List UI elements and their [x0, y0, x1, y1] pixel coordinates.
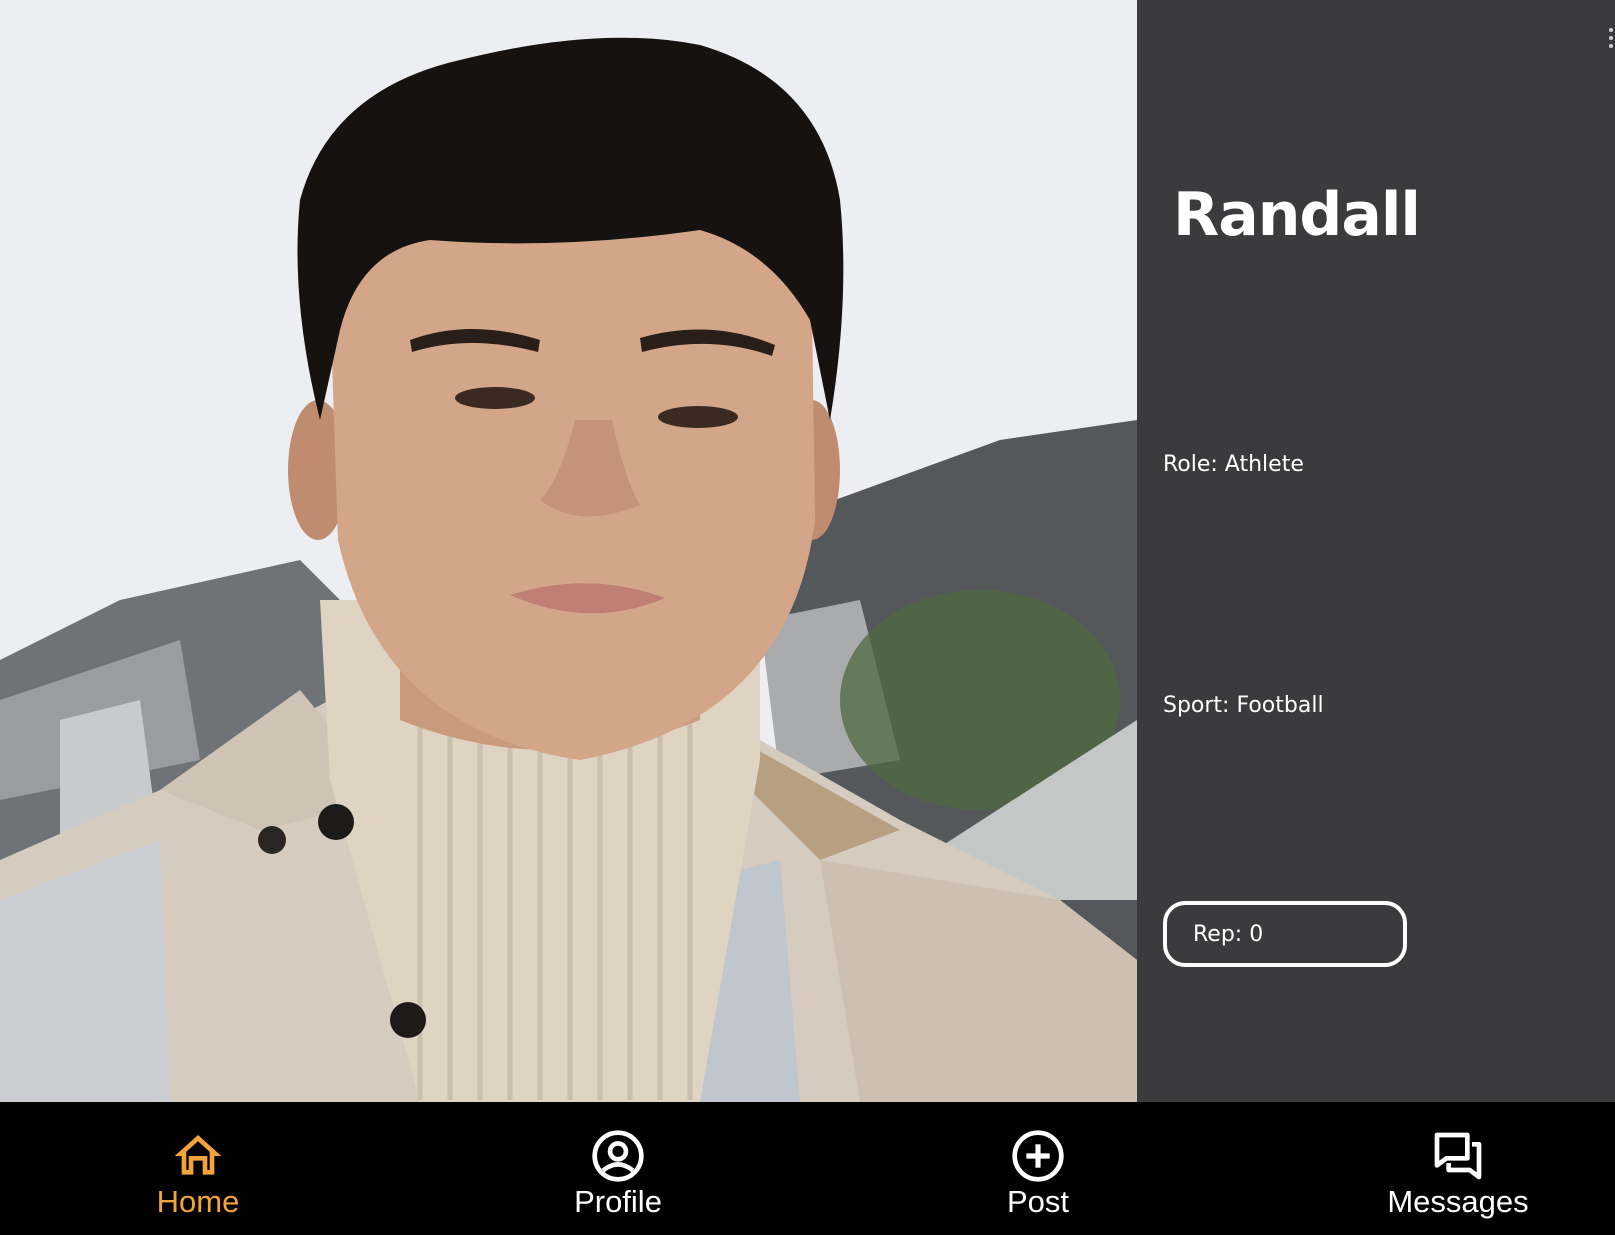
home-icon: [174, 1135, 222, 1175]
nav-label-profile: Profile: [574, 1184, 662, 1219]
account-circle-icon: [592, 1130, 644, 1182]
forum-icon: [1434, 1132, 1482, 1180]
profile-info-panel: Randall Role: Athlete Sport: Football Re…: [1137, 0, 1615, 1102]
nav-item-home[interactable]: Home: [88, 1102, 308, 1235]
profile-photo-illustration: [0, 0, 1137, 1102]
profile-photo: [0, 0, 1137, 1102]
profile-sport: Sport: Football: [1163, 693, 1324, 718]
more-options-icon[interactable]: [1609, 28, 1613, 52]
profile-name: Randall: [1173, 180, 1421, 250]
nav-label-home: Home: [156, 1184, 240, 1219]
rep-badge[interactable]: Rep: 0: [1163, 901, 1407, 967]
nav-item-messages[interactable]: Messages: [1348, 1102, 1568, 1235]
nav-item-post[interactable]: Post: [928, 1102, 1148, 1235]
nav-item-profile[interactable]: Profile: [508, 1102, 728, 1235]
add-circle-icon: [1012, 1130, 1064, 1182]
bottom-navigation: Home Profile Post Messages: [0, 1102, 1615, 1235]
rep-label: Rep: 0: [1193, 921, 1264, 947]
profile-role: Role: Athlete: [1163, 452, 1304, 477]
nav-label-post: Post: [1006, 1184, 1070, 1219]
nav-label-messages: Messages: [1387, 1184, 1529, 1219]
profile-screen: Randall Role: Athlete Sport: Football Re…: [0, 0, 1615, 1235]
